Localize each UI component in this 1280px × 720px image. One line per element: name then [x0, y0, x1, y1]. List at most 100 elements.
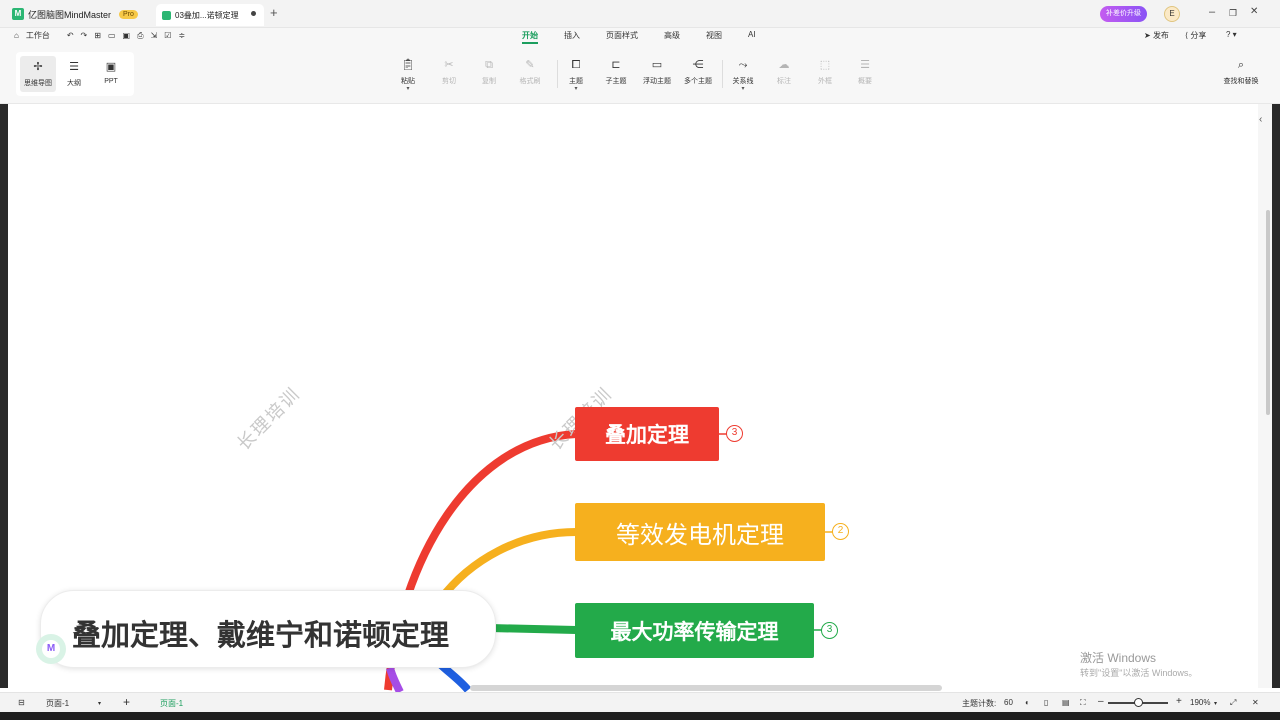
restore-button[interactable]: ❐: [1229, 8, 1237, 19]
close-button[interactable]: ✕: [1250, 6, 1258, 17]
title-bar: M 亿图脑图MindMaster Pro 03叠加...诺顿定理 + 补差价升级…: [0, 0, 1280, 28]
checklist-icon[interactable]: ☑: [164, 31, 171, 40]
tab-view[interactable]: 视图: [706, 30, 722, 41]
format-painter-label: 格式刷: [519, 78, 541, 85]
mindmap-view-button[interactable]: ✢ 思维导图: [20, 56, 56, 92]
page-select[interactable]: 页面-1: [46, 698, 69, 709]
view-switcher: ✢ 思维导图 ☰ 大纲 ▣ PPT: [16, 52, 134, 96]
panel-toggle-icon[interactable]: ⊟: [18, 698, 25, 707]
page-tab[interactable]: 页面-1: [160, 698, 183, 709]
tab-start[interactable]: 开始: [522, 30, 538, 44]
fit-width-icon[interactable]: ▤: [1062, 698, 1070, 707]
topic-button[interactable]: ⧠ 主题 ▾: [554, 58, 598, 92]
expand-icon[interactable]: ⤢: [1230, 698, 1236, 708]
undo-icon[interactable]: ↶: [67, 31, 74, 40]
publish-button[interactable]: ➤ 发布: [1144, 30, 1169, 41]
workbench-button[interactable]: 工作台: [26, 30, 50, 41]
find-replace-label: 查找和替换: [1223, 78, 1259, 85]
subtopic-icon: ⊏: [611, 59, 621, 71]
redo-icon[interactable]: ↷: [81, 31, 88, 40]
vertical-scrollbar[interactable]: [1266, 210, 1270, 415]
copy-button[interactable]: ⧉ 复制: [467, 58, 511, 86]
paste-button[interactable]: 📋︎ 粘贴 ▾: [386, 58, 430, 92]
topic-superposition[interactable]: 叠加定理: [575, 407, 719, 461]
zoom-dropdown-icon[interactable]: ▾: [1214, 700, 1217, 707]
open-folder-icon[interactable]: ▭: [108, 31, 116, 40]
format-painter-button[interactable]: ✎ 格式刷: [508, 58, 552, 86]
activate-windows-title: 激活 Windows: [1080, 651, 1157, 665]
topic-max-power-transfer[interactable]: 最大功率传输定理: [575, 603, 814, 658]
fullscreen-icon[interactable]: ⛶: [1080, 698, 1086, 708]
summary-icon: ☰: [860, 59, 870, 71]
floating-topic-button[interactable]: ▭ 浮动主题: [635, 58, 679, 86]
ppt-view-button[interactable]: ▣ PPT: [93, 56, 129, 92]
minimize-button[interactable]: –: [1209, 6, 1215, 18]
close-panel-icon[interactable]: ✕: [1252, 698, 1259, 707]
callout-label: 标注: [777, 78, 791, 85]
topic-equivalent-generator[interactable]: 等效发电机定理: [575, 503, 825, 561]
print-icon[interactable]: ⎙: [137, 31, 143, 41]
new-tab-button[interactable]: +: [270, 5, 278, 20]
paste-caret-icon[interactable]: ▾: [386, 86, 430, 92]
help-button[interactable]: ? ▾: [1226, 30, 1237, 39]
zoom-value[interactable]: 190%: [1190, 698, 1210, 707]
cut-button[interactable]: ✂ 剪切: [427, 58, 471, 86]
app-logo-icon: M: [12, 8, 24, 20]
topic-count-badge[interactable]: 2: [832, 523, 849, 540]
copy-label: 复制: [482, 78, 496, 85]
relationship-caret-icon[interactable]: ▾: [721, 86, 765, 92]
zoom-slider-thumb[interactable]: [1134, 698, 1143, 707]
save-icon[interactable]: ▣: [123, 31, 131, 40]
ppt-icon: ▣: [105, 61, 117, 73]
boundary-button[interactable]: ⬚ 外框: [803, 58, 847, 86]
left-edge: [0, 104, 8, 688]
cut-label: 剪切: [442, 78, 456, 85]
topic-count-label: 主题计数:: [962, 699, 997, 708]
topic-label: 等效发电机定理: [616, 520, 784, 549]
pro-badge: Pro: [119, 9, 138, 19]
app-tab[interactable]: M 亿图脑图MindMaster Pro: [12, 4, 138, 24]
tab-page-style[interactable]: 页面样式: [606, 30, 638, 41]
menu-row: ⌂ 工作台 ↶ ↷ ⊞ ▭ ▣ ⎙ ⇲ ☑ ≑ 开始 插入 页面样式 高级 视图…: [0, 28, 1280, 44]
unsaved-dot-icon[interactable]: [251, 11, 256, 16]
tab-ai[interactable]: AI: [748, 30, 756, 39]
chevron-down-icon[interactable]: ▾: [98, 700, 101, 707]
paste-label: 粘贴: [401, 78, 415, 85]
activate-windows-hint: 转到"设置"以激活 Windows。: [1080, 668, 1198, 678]
add-page-button[interactable]: +: [123, 695, 130, 709]
tab-advanced[interactable]: 高级: [664, 30, 680, 41]
relationship-icon: ⤳: [738, 59, 748, 71]
topic-caret-icon[interactable]: ▾: [554, 86, 598, 92]
topic-count-badge[interactable]: 3: [821, 622, 838, 639]
find-replace-button[interactable]: ⌕ 查找和替换: [1216, 58, 1266, 86]
horizontal-scrollbar[interactable]: [470, 685, 942, 691]
assistant-logo-icon[interactable]: M: [42, 640, 60, 658]
tab-insert[interactable]: 插入: [564, 30, 580, 41]
multiple-topics-label: 多个主题: [684, 78, 712, 85]
subtopic-button[interactable]: ⊏ 子主题: [594, 58, 638, 86]
more-icon[interactable]: ≑: [178, 31, 185, 40]
document-tab[interactable]: 03叠加...诺顿定理: [156, 4, 264, 26]
share-button[interactable]: ⟨ 分享: [1185, 30, 1206, 41]
theme-icon[interactable]: ◐: [1025, 698, 1030, 707]
floating-topic-icon: ▭: [651, 59, 663, 71]
collapse-panel-icon[interactable]: ‹: [1259, 114, 1262, 125]
upgrade-button[interactable]: 补差价升级: [1100, 6, 1147, 22]
export-icon[interactable]: ⇲: [150, 31, 157, 40]
fit-page-icon[interactable]: ▯: [1044, 698, 1048, 707]
zoom-in-button[interactable]: +: [1176, 696, 1182, 707]
multiple-topics-button[interactable]: ⋲ 多个主题: [676, 58, 720, 86]
topic-label: 最大功率传输定理: [610, 620, 779, 644]
central-topic-label: 叠加定理、戴维宁和诺顿定理: [72, 620, 450, 652]
new-file-icon[interactable]: ⊞: [94, 31, 101, 40]
subtopic-label: 子主题: [605, 78, 627, 85]
outline-view-button[interactable]: ☰ 大纲: [56, 56, 92, 92]
callout-button[interactable]: ☁ 标注: [762, 58, 806, 86]
app-name: 亿图脑图MindMaster: [28, 9, 112, 20]
user-avatar[interactable]: E: [1164, 6, 1180, 22]
summary-button[interactable]: ☰ 概要: [843, 58, 887, 86]
home-icon[interactable]: ⌂: [14, 31, 19, 40]
relationship-button[interactable]: ⤳ 关系线 ▾: [721, 58, 765, 92]
topic-count-badge[interactable]: 3: [726, 425, 743, 442]
zoom-out-button[interactable]: –: [1098, 696, 1104, 707]
